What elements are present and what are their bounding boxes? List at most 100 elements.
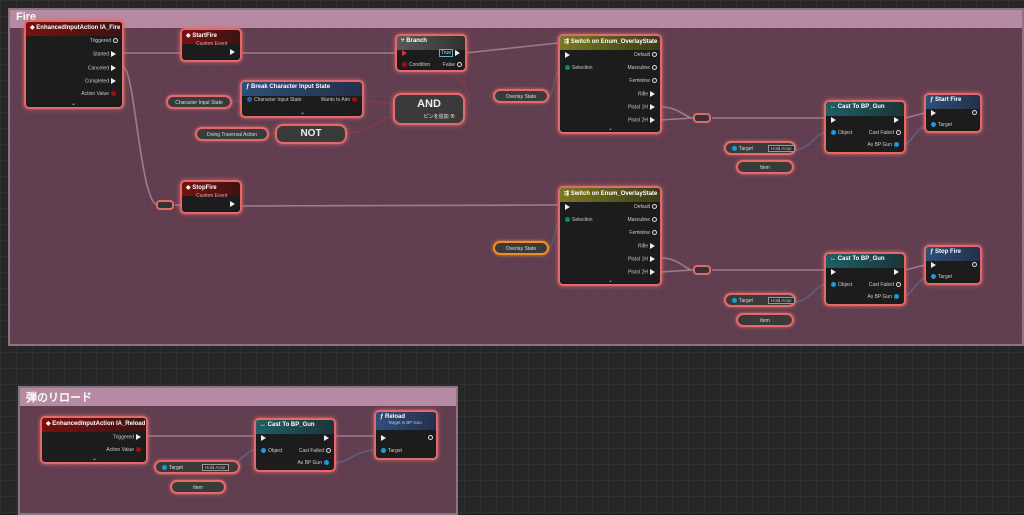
switch-out-pistol-1h[interactable]: Pistol 1H xyxy=(628,104,657,110)
call-exec-in[interactable] xyxy=(379,435,388,441)
as-bp-gun-pin[interactable]: As BP Gun xyxy=(297,460,331,466)
switch-overlay-state-bottom-node[interactable]: ⇶ Switch on Enum_OverlayState Selection … xyxy=(558,186,662,286)
call-exec-out[interactable] xyxy=(970,262,977,268)
switch-out-feminine[interactable]: Feminine xyxy=(629,78,657,84)
add-pin-button[interactable]: ピンを追加 ⊕ xyxy=(424,113,455,120)
switch-exec-in[interactable] xyxy=(563,52,572,58)
call-target-pin[interactable]: Target xyxy=(929,122,952,128)
hold-actor-field[interactable]: Hold Actor xyxy=(768,145,795,152)
triggered-pin[interactable]: Triggered xyxy=(113,434,143,440)
cast-failed-pin[interactable]: Cast Failed xyxy=(869,282,901,288)
cast-exec-out[interactable] xyxy=(322,435,331,441)
and-node[interactable]: AND ピンを追加 ⊕ xyxy=(393,93,465,125)
call-target-pin[interactable]: Target xyxy=(379,448,402,454)
switch-exec-in[interactable] xyxy=(563,204,572,210)
cast-exec-in[interactable] xyxy=(829,117,838,123)
stop-fire-call-node[interactable]: ƒ Stop Fire Target xyxy=(924,245,982,285)
item-var-bottom[interactable]: Item xyxy=(736,313,794,327)
cast-exec-out[interactable] xyxy=(892,117,901,123)
triggered-pin[interactable]: Triggered xyxy=(90,38,118,44)
chevron-down-icon[interactable]: ⌄ xyxy=(608,277,613,284)
chevron-down-icon[interactable]: ⌄ xyxy=(71,100,76,107)
cast-exec-in[interactable] xyxy=(829,269,838,275)
wants-to-aim-pin[interactable]: Wants to Aim xyxy=(321,97,359,103)
exec-out-pin[interactable] xyxy=(228,49,237,55)
reload-comment-title[interactable]: 弾のリロード xyxy=(20,388,456,406)
stop-fire-event-node[interactable]: ◆ StopFire Custom Event xyxy=(180,180,242,214)
cast-to-bp-gun-top-node[interactable]: ↔ Cast To BP_Gun Object Cast Failed As B… xyxy=(824,100,906,154)
target-hold-actor-top[interactable]: Target Hold Actor xyxy=(724,141,796,155)
reload-target-hold-actor[interactable]: Target Hold Actor xyxy=(154,460,240,474)
action-value-pin[interactable]: Action Value xyxy=(81,91,118,97)
cast-object-pin[interactable]: Object xyxy=(829,282,852,288)
reload-cast-header: ↔ Cast To BP_Gun xyxy=(256,420,334,434)
chevron-down-icon[interactable]: ⌄ xyxy=(92,455,97,462)
break-character-input-state-node[interactable]: ƒ Break Character Input State Character … xyxy=(240,80,364,118)
hold-actor-field[interactable]: Hold Actor xyxy=(768,297,795,304)
switch-out-masculine[interactable]: Masculine xyxy=(627,65,657,71)
call-exec-out[interactable] xyxy=(426,435,433,441)
chevron-down-icon[interactable]: ⌄ xyxy=(608,125,613,132)
branch-node[interactable]: ⑂ Branch Condition True False xyxy=(395,34,467,72)
reload-cast-to-bp-gun-node[interactable]: ↔ Cast To BP_Gun Object Cast Failed As B… xyxy=(254,418,336,472)
completed-pin[interactable]: Completed xyxy=(85,78,118,84)
start-fire-event-node[interactable]: ◆ StartFire Custom Event xyxy=(180,28,242,62)
chevron-down-icon[interactable]: ⌄ xyxy=(300,109,305,116)
cast-object-pin[interactable]: Object xyxy=(259,448,282,454)
ia-reload-node[interactable]: ◆ EnhancedInputAction IA_Reload Triggere… xyxy=(40,416,148,464)
as-bp-gun-pin[interactable]: As BP Gun xyxy=(867,294,901,300)
reload-item-var[interactable]: Item xyxy=(170,480,226,494)
fire-comment-title[interactable]: Fire xyxy=(10,10,1022,28)
reroute-node[interactable] xyxy=(693,265,711,275)
switch-out-masculine[interactable]: Masculine xyxy=(627,217,657,223)
switch-out-rifle[interactable]: Rifle xyxy=(638,91,657,97)
exec-pin-icon xyxy=(894,269,899,275)
target-hold-actor-bottom[interactable]: Target Hold Actor xyxy=(724,293,796,307)
not-node[interactable]: NOT xyxy=(275,124,347,144)
cast-object-pin[interactable]: Object xyxy=(829,130,852,136)
overlay-state-var-top[interactable]: Overlay State xyxy=(493,89,549,103)
as-bp-gun-pin[interactable]: As BP Gun xyxy=(867,142,901,148)
item-var-top[interactable]: Item xyxy=(736,160,794,174)
action-value-pin[interactable]: Action Value xyxy=(106,447,143,453)
doing-traversal-action-var[interactable]: Doing Traversal Action xyxy=(195,127,269,141)
reroute-node[interactable] xyxy=(693,113,711,123)
switch-overlay-state-top-node[interactable]: ⇶ Switch on Enum_OverlayState Selection … xyxy=(558,34,662,134)
switch-out-rifle[interactable]: Rifle xyxy=(638,243,657,249)
switch-out-pistol-2h[interactable]: Pistol 2H xyxy=(628,117,657,123)
reroute-node[interactable] xyxy=(156,200,174,210)
switch-out-pistol-2h[interactable]: Pistol 2H xyxy=(628,269,657,275)
cast-failed-pin[interactable]: Cast Failed xyxy=(869,130,901,136)
switch-selection-pin[interactable]: Selection xyxy=(563,217,593,223)
cast-to-bp-gun-bottom-node[interactable]: ↔ Cast To BP_Gun Object Cast Failed As B… xyxy=(824,252,906,306)
started-pin[interactable]: Started xyxy=(93,51,118,57)
ia-fire-node[interactable]: ◆ EnhancedInputAction IA_Fire Triggered … xyxy=(24,20,124,109)
started-label: Started xyxy=(92,51,109,58)
switch-out-feminine[interactable]: Feminine xyxy=(629,230,657,236)
call-target-pin[interactable]: Target xyxy=(929,274,952,280)
branch-exec-in[interactable] xyxy=(400,50,409,56)
cast-exec-out[interactable] xyxy=(892,269,901,275)
call-exec-in[interactable] xyxy=(929,262,938,268)
cast-failed-pin[interactable]: Cast Failed xyxy=(299,448,331,454)
out-label: Rifle xyxy=(637,91,648,98)
break-state-in-pin[interactable]: Character Input State xyxy=(245,97,302,103)
overlay-state-var-bottom[interactable]: Overlay State xyxy=(493,241,549,255)
exec-pin-icon xyxy=(111,65,116,71)
reload-call-node[interactable]: ƒ Reload Target is BP Gun Target xyxy=(374,410,438,460)
switch-out-default[interactable]: Default xyxy=(634,52,657,58)
switch-out-pistol-1h[interactable]: Pistol 1H xyxy=(628,256,657,262)
cast-exec-in[interactable] xyxy=(259,435,268,441)
call-exec-in[interactable] xyxy=(929,110,938,116)
call-exec-out[interactable] xyxy=(970,110,977,116)
hold-actor-field[interactable]: Hold Actor xyxy=(202,464,229,471)
branch-condition-pin[interactable]: Condition xyxy=(400,62,430,68)
canceled-pin[interactable]: Canceled xyxy=(88,65,118,71)
branch-true-pin[interactable]: True xyxy=(438,49,462,58)
switch-selection-pin[interactable]: Selection xyxy=(563,65,593,71)
character-input-state-var[interactable]: Character Input State xyxy=(166,95,232,109)
branch-false-pin[interactable]: False xyxy=(443,62,462,68)
exec-out-pin[interactable] xyxy=(228,201,237,207)
start-fire-call-node[interactable]: ƒ Start Fire Target xyxy=(924,93,982,133)
switch-out-default[interactable]: Default xyxy=(634,204,657,210)
